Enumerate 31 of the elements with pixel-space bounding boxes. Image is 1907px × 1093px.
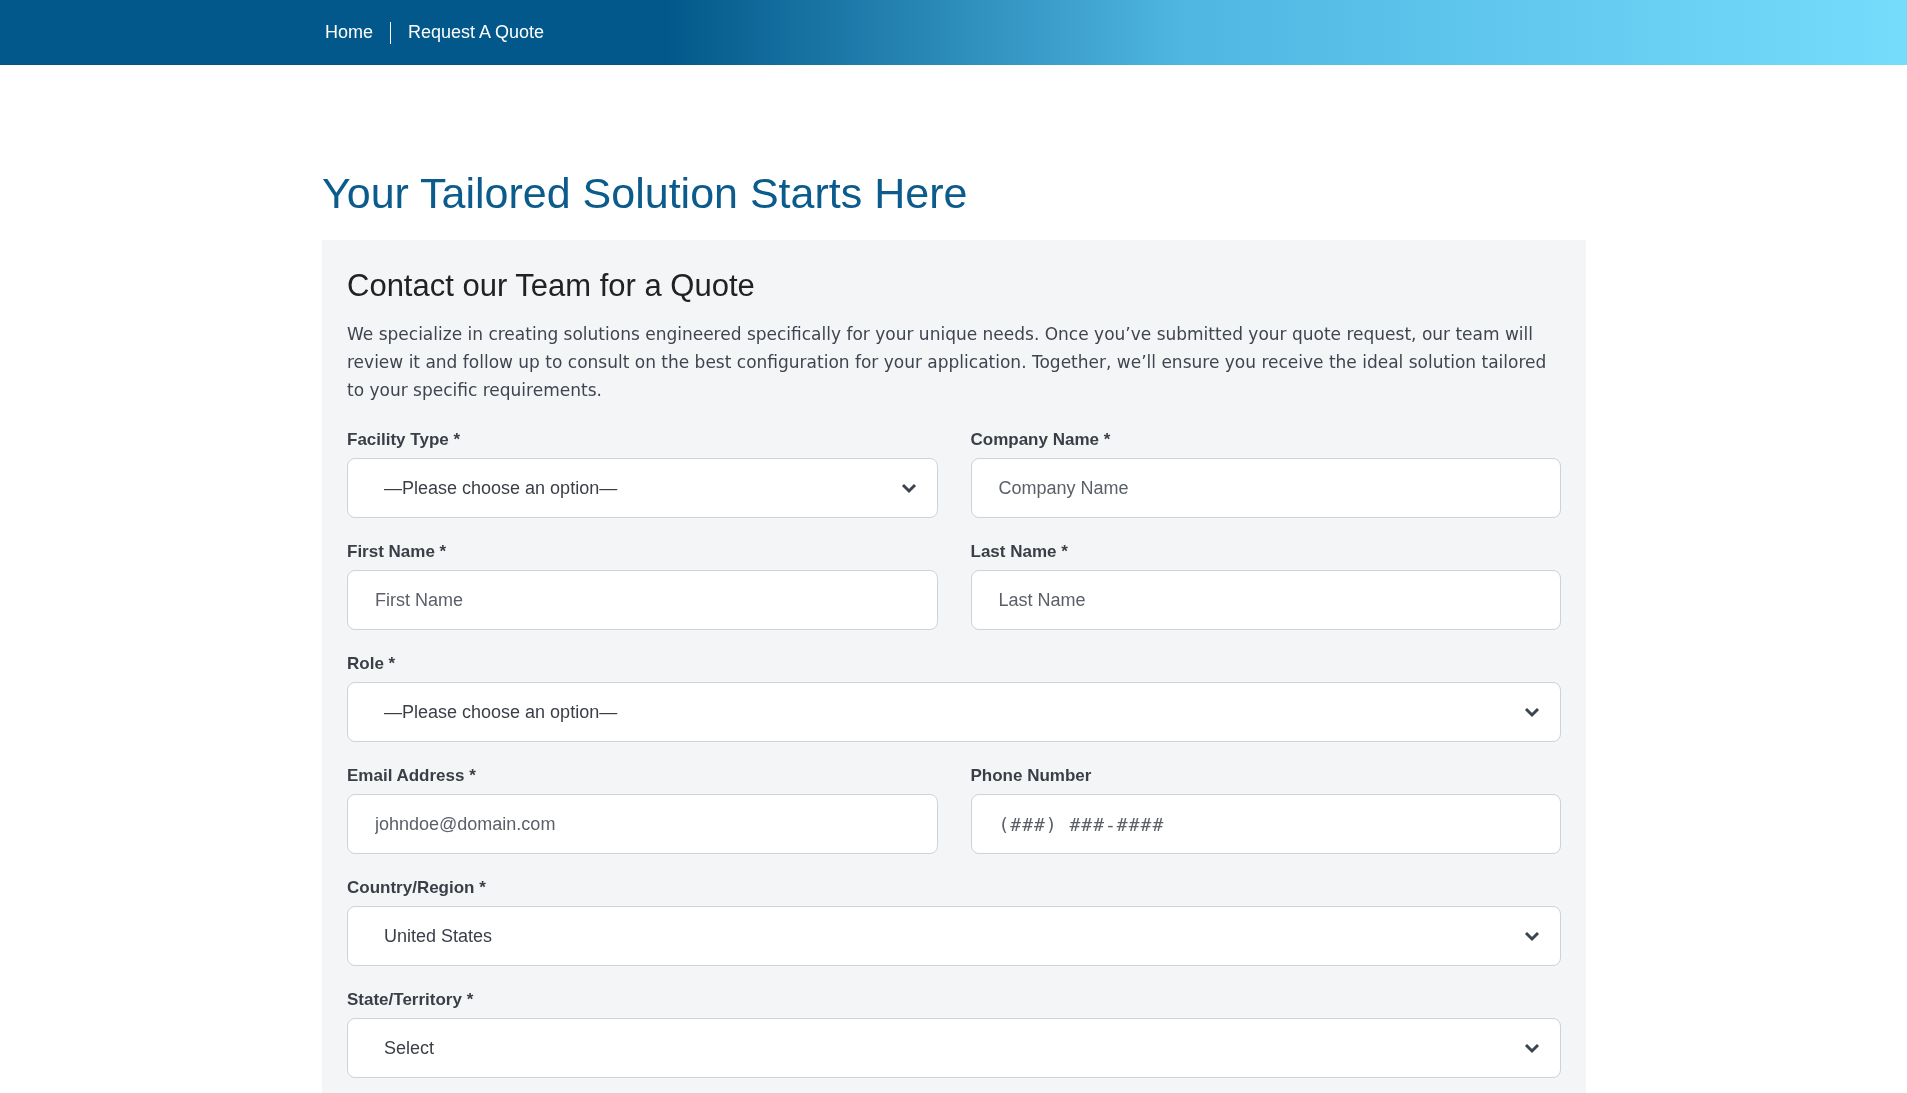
- nav-link[interactable]: Home: [325, 22, 373, 43]
- field-label: State/Territory *: [347, 990, 474, 1010]
- input-field[interactable]: First Name: [347, 570, 938, 630]
- form-heading: Contact our Team for a Quote: [347, 268, 756, 304]
- dropdown-value: —Please choose an option—: [384, 477, 618, 499]
- field-label: Company Name *: [970, 430, 1111, 450]
- field-label: Role *: [347, 654, 396, 674]
- page-title: Your Tailored Solution Starts Here: [322, 169, 969, 218]
- input-field[interactable]: Company Name: [970, 458, 1561, 518]
- dropdown[interactable]: United States: [347, 906, 1561, 966]
- dropdown[interactable]: —Please choose an option—: [347, 458, 938, 518]
- dropdown-value: Select: [384, 1037, 435, 1059]
- input-field[interactable]: johndoe@domain.com: [347, 794, 938, 854]
- intro-paragraph: We specialize in creating solutions engineered specifically for your unique needs. Once you’ve submitted your quote request, our team will review it and follow up to consult on the best configuration for your application. Together, we’ll ensure you receive the ideal solution tailored to your specific requirements.: [347, 323, 1548, 402]
- chevron-down-icon: [1524, 1042, 1540, 1054]
- field-label: Email Address *: [347, 766, 476, 786]
- input-field[interactable]: Last Name: [970, 570, 1561, 630]
- dropdown-value: United States: [384, 925, 493, 947]
- input-field[interactable]: (###) ###-####: [970, 794, 1561, 854]
- nav-link[interactable]: Request A Quote: [408, 22, 545, 43]
- dropdown[interactable]: —Please choose an option—: [347, 682, 1561, 742]
- field-label: Facility Type *: [347, 430, 461, 450]
- chevron-down-icon: [900, 482, 917, 494]
- chevron-down-icon: [1524, 706, 1540, 718]
- dropdown-value: —Please choose an option—: [384, 701, 618, 723]
- chevron-down-icon: [1524, 930, 1540, 942]
- dropdown[interactable]: Select: [347, 1018, 1561, 1078]
- field-label: Country/Region *: [347, 878, 486, 898]
- field-label: First Name *: [347, 542, 447, 562]
- field-label: Last Name *: [970, 542, 1068, 562]
- field-label: Phone Number: [970, 766, 1092, 786]
